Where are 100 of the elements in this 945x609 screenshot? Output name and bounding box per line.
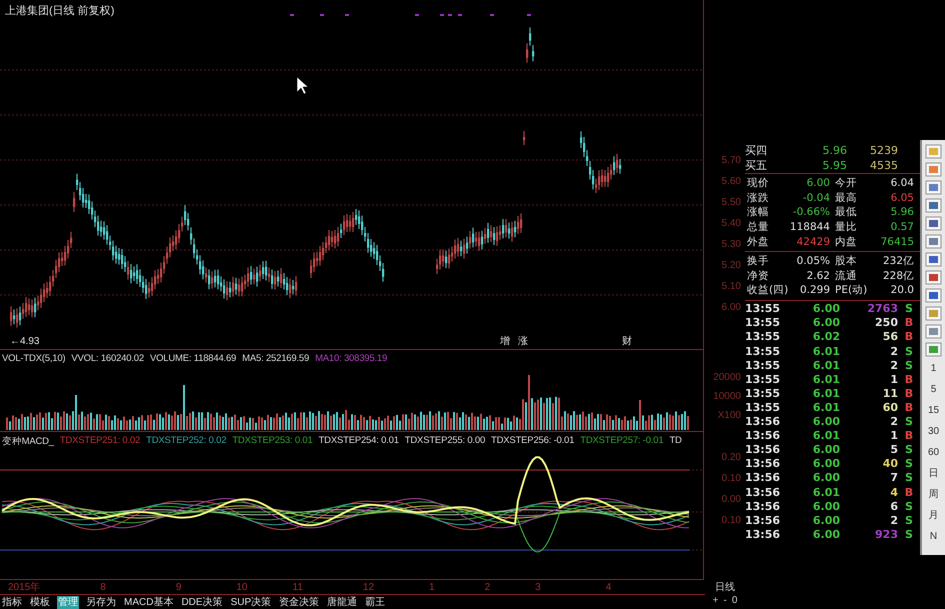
period-button[interactable]: 月	[928, 507, 938, 525]
stat-value: 6.04	[890, 177, 915, 190]
zoom-control[interactable]: +	[712, 595, 718, 609]
stat-value: 2.62	[806, 270, 831, 282]
indicator-reading: MA10: 308395.19	[315, 353, 388, 364]
indicator-tab[interactable]: 指标	[1, 596, 23, 608]
trade-time: 13:56	[745, 471, 782, 484]
trade-volume: 2	[889, 514, 898, 527]
indicator-tab[interactable]: 另存为	[85, 596, 117, 608]
period-button[interactable]: N	[930, 528, 938, 546]
trade-price: 6.01	[812, 386, 840, 400]
chart-title: 上港集团(日线 前复权)	[5, 4, 114, 18]
price-axis-label: 5.40	[722, 218, 741, 231]
date-axis-label: 4	[606, 582, 612, 592]
indicator-tab[interactable]: MACD基本	[123, 596, 174, 608]
stat-value: -0.04	[802, 192, 831, 204]
trade-side: B	[904, 486, 914, 499]
trade-price: 6.00	[812, 457, 840, 470]
zoom-control[interactable]: 0	[732, 595, 738, 609]
stat-value: 232亿	[882, 254, 915, 268]
indicator-reading: VVOL: 160240.02	[71, 353, 144, 364]
stat-label: 现价	[746, 176, 770, 190]
stat-value: 118844	[789, 221, 831, 234]
stat-label: 股本	[834, 254, 858, 268]
trade-side: B	[904, 429, 914, 442]
indicator-tab[interactable]: 模板	[29, 596, 51, 608]
trade-side: S	[904, 443, 914, 456]
stat-label: 净资	[746, 268, 770, 283]
macd-axis-label: 0.10	[722, 515, 741, 526]
stat-value: 6.05	[890, 192, 915, 204]
trade-volume: 2763	[866, 302, 898, 316]
trade-time: 13:56	[745, 415, 782, 428]
indicator-tab[interactable]: 霸王	[364, 596, 386, 608]
bid-label: 买五	[745, 158, 768, 173]
period-button[interactable]: 5	[930, 381, 936, 399]
stat-label: 今开	[834, 176, 858, 190]
stat-label: 涨幅	[746, 205, 770, 220]
trade-volume: 4	[889, 486, 898, 499]
trade-volume: 40	[882, 457, 898, 470]
indicator-tab[interactable]: DDE决策	[180, 596, 224, 608]
period-button[interactable]: 1	[930, 360, 936, 378]
trade-price: 6.01	[812, 486, 840, 499]
indicator-reading: TDXSTEP257: -0.01	[580, 435, 664, 448]
stat-label: 最低	[834, 205, 858, 220]
trade-time: 13:55	[745, 330, 782, 344]
trade-volume: 7	[889, 471, 898, 484]
stat-label: 收益(四)	[746, 283, 789, 298]
period-button[interactable]: 日	[928, 465, 938, 483]
bid-price: 5.96	[822, 144, 847, 157]
period-button[interactable]: 周	[928, 486, 938, 504]
trade-volume: 250	[874, 316, 898, 330]
indicator-reading: MA5: 252169.59	[242, 353, 310, 364]
indicator-reading: TDXSTEP252: 0.02	[146, 435, 226, 448]
period-button[interactable]: 30	[928, 423, 940, 441]
price-axis-label: 5.70	[722, 155, 741, 168]
stat-value: 76415	[880, 236, 915, 248]
trade-price: 6.00	[812, 514, 840, 527]
trade-volume: 11	[882, 386, 898, 400]
trade-price: 6.01	[812, 358, 840, 372]
trade-price: 6.00	[812, 302, 840, 316]
date-axis-label: 2	[484, 582, 490, 592]
stat-label: 涨跌	[746, 190, 770, 205]
stat-label: PE(动)	[834, 283, 868, 298]
bid-price: 5.95	[822, 159, 847, 172]
trade-side: S	[904, 457, 914, 470]
trade-price: 6.01	[812, 429, 840, 442]
trade-side: B	[904, 330, 914, 344]
indicator-name: VOL-TDX(5,10)	[2, 353, 66, 364]
date-axis-label: 10	[236, 582, 248, 592]
trade-time: 13:55	[745, 344, 782, 358]
trade-volume: 60	[882, 400, 898, 414]
trade-volume: 923	[874, 528, 898, 541]
price-axis-label: 5.30	[722, 239, 741, 252]
indicator-tab[interactable]: SUP决策	[230, 596, 272, 608]
indicator-reading: TDXSTEP256: -0.01	[491, 435, 574, 448]
stat-value: 20.0	[890, 284, 915, 296]
trade-time: 13:55	[745, 386, 782, 400]
trade-price: 6.01	[812, 372, 840, 386]
trade-time: 13:55	[745, 358, 782, 372]
price-axis-label: 5.60	[722, 176, 741, 189]
indicator-reading: VOLUME: 118844.69	[150, 353, 236, 364]
stat-label: 流通	[834, 268, 858, 283]
date-axis-label: 3	[535, 582, 541, 592]
stat-value: 0.57	[890, 221, 915, 234]
period-button[interactable]: 15	[928, 402, 940, 420]
date-axis-label: 11	[292, 582, 303, 592]
stat-value: 0.05%	[796, 255, 831, 268]
price-axis-label: 6.00	[722, 302, 741, 315]
zoom-control[interactable]: -	[723, 595, 727, 609]
period-button[interactable]: 60	[928, 444, 940, 462]
trade-price: 6.00	[812, 415, 840, 428]
trade-side: S	[904, 358, 914, 372]
indicator-tab[interactable]: 资金决策	[278, 596, 320, 608]
trade-volume: 56	[882, 330, 898, 344]
event-marker: 财	[622, 334, 632, 348]
trade-side: B	[904, 400, 914, 414]
volume-axis-label: 10000	[713, 391, 741, 402]
stat-value: 5.96	[890, 206, 915, 218]
indicator-tab[interactable]: 唐龍通	[326, 596, 358, 608]
price-axis-label: 5.20	[722, 260, 741, 273]
